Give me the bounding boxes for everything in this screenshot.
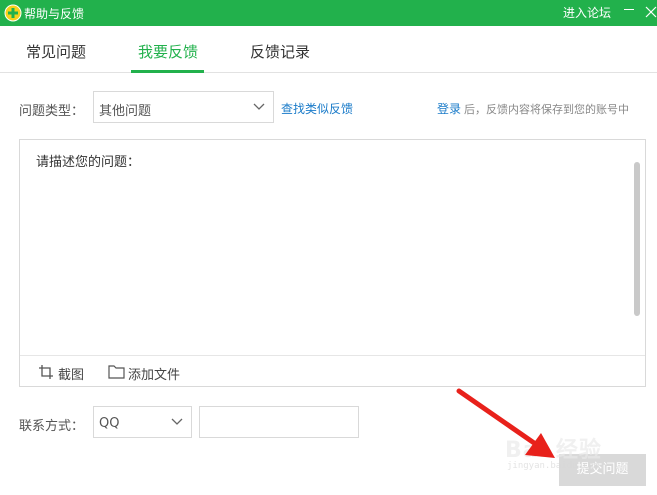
add-file-label: 添加文件	[128, 368, 181, 383]
title-bar: 帮助与反馈 进入论坛	[0, 0, 657, 26]
login-note: 后，反馈内容将保存到您的账号中	[464, 103, 629, 116]
crop-icon	[39, 365, 53, 379]
contact-type-select[interactable]: QQ	[93, 406, 192, 438]
contact-type-value: QQ	[99, 416, 120, 431]
tab-feedback-history[interactable]: 反馈记录	[250, 41, 310, 62]
find-similar-feedback-link[interactable]: 查找类似反馈	[281, 100, 353, 117]
problem-type-label: 问题类型：	[19, 104, 85, 119]
chevron-down-icon	[253, 103, 265, 110]
help-feedback-logo-icon	[4, 4, 22, 22]
screenshot-label: 截图	[58, 368, 85, 383]
enter-forum-link[interactable]: 进入论坛	[563, 4, 611, 21]
active-tab-indicator	[131, 70, 204, 73]
description-placeholder: 请描述您的问题：	[36, 155, 141, 170]
problem-type-value: 其他问题	[99, 104, 152, 119]
login-link[interactable]: 登录	[437, 100, 461, 117]
description-scrollbar[interactable]	[634, 162, 640, 316]
contact-input[interactable]	[199, 406, 359, 438]
window-title: 帮助与反馈	[24, 7, 85, 21]
folder-icon	[108, 365, 125, 379]
description-textarea[interactable]: 请描述您的问题： 截图 添加文件	[19, 139, 646, 387]
chevron-down-icon	[171, 418, 183, 425]
problem-type-select[interactable]: 其他问题	[93, 91, 274, 123]
tab-bar: 常见问题 我要反馈 反馈记录	[0, 26, 657, 73]
close-icon[interactable]	[645, 5, 657, 19]
tab-submit-feedback[interactable]: 我要反馈	[138, 41, 198, 62]
feedback-window: 帮助与反馈 进入论坛 常见问题 我要反馈 反馈记录 问题类型： 其他问题 查找类…	[0, 0, 657, 495]
add-file-button[interactable]: 添加文件	[108, 364, 188, 383]
tab-faq[interactable]: 常见问题	[26, 41, 86, 62]
red-annotation-arrow-icon	[456, 388, 555, 458]
screenshot-button[interactable]: 截图	[38, 364, 88, 383]
contact-label: 联系方式：	[19, 419, 85, 434]
minimize-icon[interactable]	[624, 9, 634, 10]
attachment-toolbar: 截图 添加文件	[20, 355, 645, 387]
